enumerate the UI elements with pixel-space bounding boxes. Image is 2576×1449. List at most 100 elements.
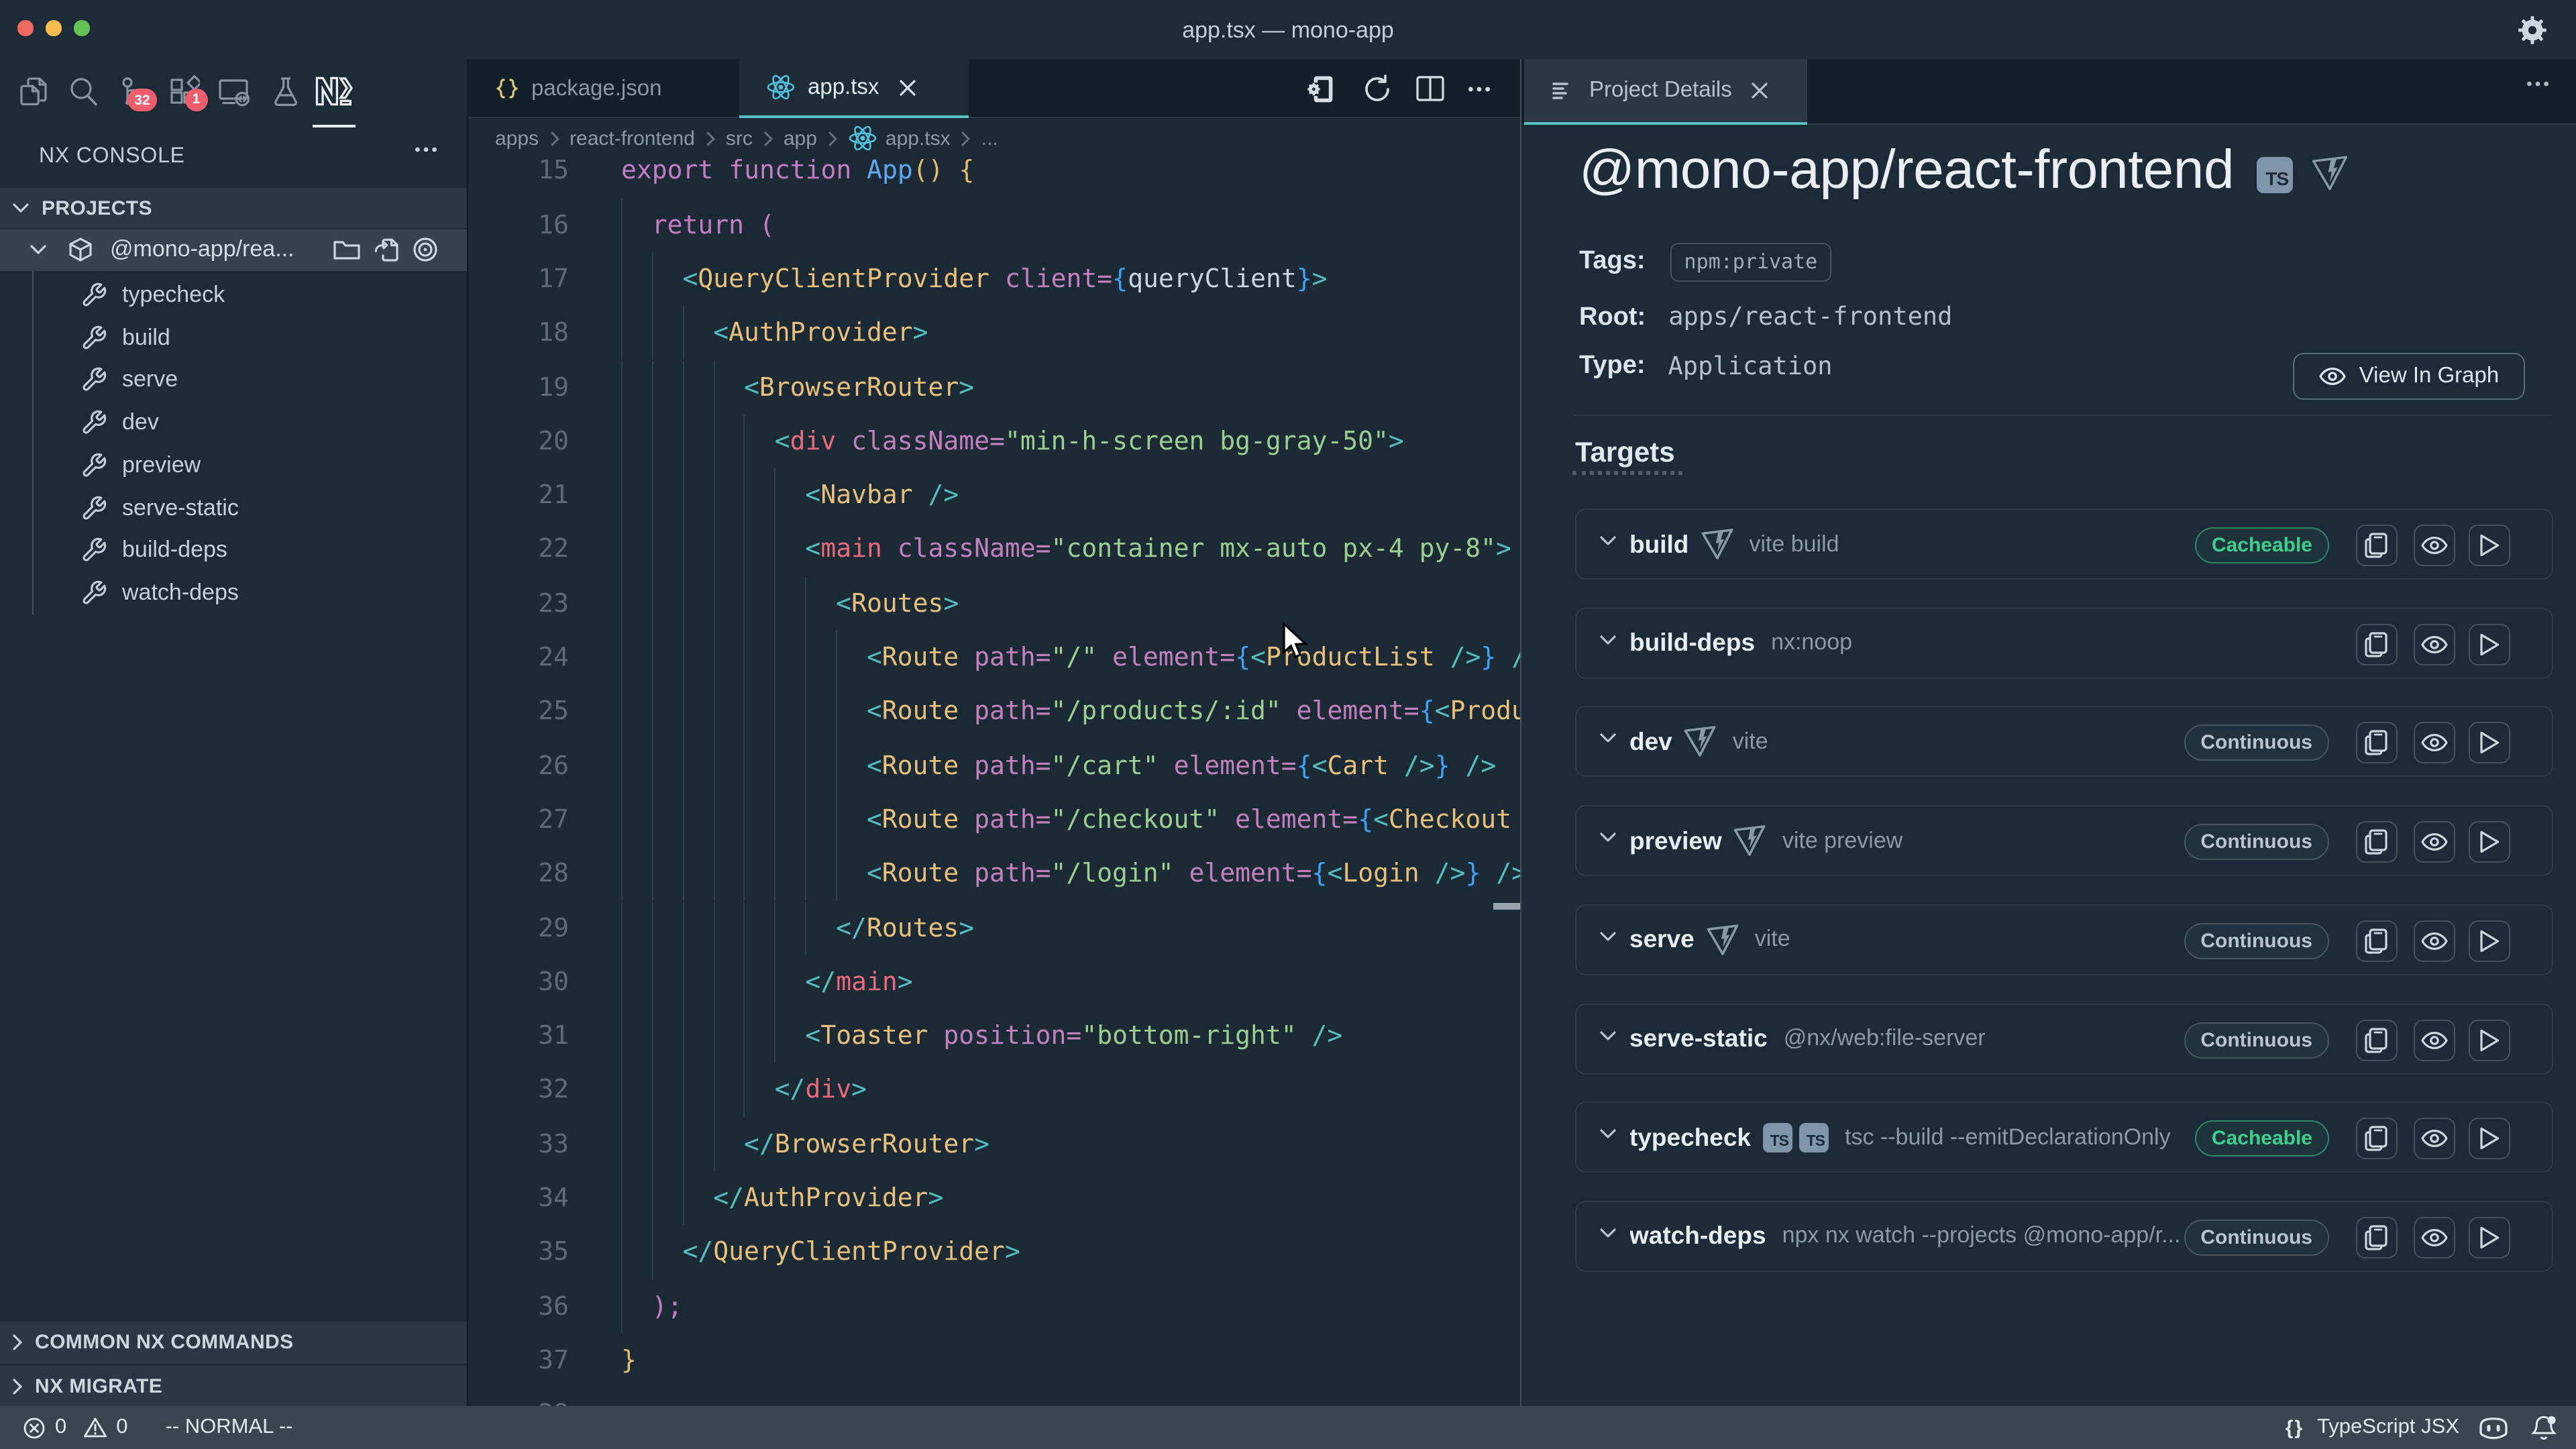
tree-item-target-watch-deps[interactable]: watch-deps	[0, 572, 467, 615]
copy-button[interactable]	[2355, 722, 2397, 764]
source-control-activity-icon[interactable]: 32	[109, 59, 160, 123]
breadcrumb-item[interactable]: app	[784, 127, 817, 150]
eye-icon	[2319, 366, 2347, 386]
view-button[interactable]	[2413, 821, 2455, 863]
sidebar-more-actions-icon[interactable]	[415, 146, 437, 153]
code-token	[1174, 859, 1189, 888]
vim-mode-indicator[interactable]: -- NORMAL --	[166, 1415, 293, 1440]
bell-icon[interactable]	[2530, 1413, 2557, 1442]
close-tab-icon[interactable]	[898, 77, 918, 97]
view-button[interactable]	[2413, 525, 2455, 566]
tree-item-target-build-deps[interactable]: build-deps	[0, 529, 467, 572]
target-card-build[interactable]: buildvite buildCacheable	[1574, 508, 2553, 580]
run-button[interactable]	[2469, 525, 2510, 566]
code-token: =	[989, 427, 1005, 456]
run-button[interactable]	[2469, 920, 2510, 962]
run-button[interactable]	[2469, 1118, 2510, 1159]
search-activity-icon[interactable]	[58, 59, 109, 123]
target-card-build-deps[interactable]: build-depsnx:noop	[1574, 607, 2553, 678]
code-token: path	[974, 805, 1036, 835]
copy-button[interactable]	[2355, 1217, 2397, 1258]
view-button[interactable]	[2413, 623, 2455, 665]
project-title: @mono-app/react-frontend	[1579, 138, 2234, 201]
code-token: path	[974, 751, 1036, 780]
copy-button[interactable]	[2355, 821, 2397, 863]
nx-console-activity-icon[interactable]	[308, 59, 359, 123]
line-number: 32	[468, 1063, 569, 1118]
remote-explorer-activity-icon[interactable]	[209, 59, 260, 123]
tab-project-details[interactable]: Project Details	[1523, 59, 1807, 125]
copy-button[interactable]	[2355, 1019, 2397, 1061]
tree-item-target-build[interactable]: build	[0, 317, 467, 360]
problems-status[interactable]: 0 0	[23, 1415, 128, 1440]
view-button[interactable]	[2413, 722, 2455, 764]
copy-button[interactable]	[2355, 525, 2397, 566]
type-label: Type:	[1579, 352, 1646, 381]
extensions-activity-icon[interactable]: 1	[158, 59, 209, 123]
target-card-typecheck[interactable]: typecheckTSTStsc --build --emitDeclarati…	[1574, 1102, 2553, 1173]
open-config-file-icon[interactable]	[373, 237, 400, 264]
tab-app-tsx[interactable]: app.tsx	[739, 59, 969, 118]
code-token: "/products/:id"	[1051, 697, 1281, 727]
target-card-watch-deps[interactable]: watch-depsnpx nx watch --projects @mono-…	[1574, 1201, 2553, 1272]
copy-button[interactable]	[2355, 1118, 2397, 1159]
breadcrumb-item[interactable]: ...	[981, 127, 998, 150]
section-projects[interactable]: PROJECTS	[0, 188, 467, 228]
target-card-serve-static[interactable]: serve-static@nx/web:file-serverContinuou…	[1574, 1003, 2553, 1074]
split-editor-icon[interactable]	[1415, 75, 1444, 102]
refresh-icon[interactable]	[1361, 73, 1392, 104]
line-number: 36	[468, 1279, 569, 1334]
run-button[interactable]	[2469, 623, 2510, 665]
view-button[interactable]	[2413, 1118, 2455, 1159]
run-button[interactable]	[2469, 1217, 2510, 1258]
breadcrumb-separator	[826, 129, 839, 147]
breadcrumb-item[interactable]: react-frontend	[570, 127, 695, 150]
target-card-preview[interactable]: previewvite previewContinuous	[1574, 805, 2553, 876]
panel-more-actions-icon[interactable]	[2526, 80, 2549, 87]
tree-item-target-serve[interactable]: serve	[0, 359, 467, 402]
tree-item-target-preview[interactable]: preview	[0, 444, 467, 487]
code-token	[882, 535, 898, 564]
section-nx-migrate[interactable]: NX MIGRATE	[0, 1365, 467, 1407]
view-button[interactable]	[2413, 920, 2455, 962]
code-editor[interactable]: 15export function App() {16return (17<Qu…	[468, 158, 1519, 1406]
warning-count: 0	[116, 1415, 127, 1440]
type-value: Application	[1668, 352, 1833, 380]
code-text: <BrowserRouter>	[621, 360, 974, 415]
view-button[interactable]	[2413, 1217, 2455, 1258]
target-icon[interactable]	[412, 237, 439, 264]
view-button[interactable]	[2413, 1019, 2455, 1061]
testing-activity-icon[interactable]	[260, 59, 311, 123]
tab-label: app.tsx	[808, 74, 879, 100]
settings-gear-icon[interactable]	[2517, 15, 2548, 46]
tree-item-project[interactable]: @mono-app/rea...	[0, 229, 467, 271]
language-mode[interactable]: TypeScript JSX	[2317, 1415, 2459, 1440]
tree-item-target-dev[interactable]: dev	[0, 402, 467, 445]
copy-button[interactable]	[2355, 623, 2397, 665]
code-token: element	[1297, 697, 1404, 727]
run-project-icon[interactable]	[1305, 72, 1338, 105]
run-button[interactable]	[2469, 821, 2510, 863]
copy-button[interactable]	[2355, 920, 2397, 962]
open-folder-icon[interactable]	[333, 238, 361, 262]
tree-item-target-typecheck[interactable]: typecheck	[0, 274, 467, 317]
more-actions-icon[interactable]	[1467, 85, 1490, 92]
view-in-graph-button[interactable]: View In Graph	[2293, 352, 2525, 399]
close-tab-icon[interactable]	[1750, 80, 1770, 101]
breadcrumb-item[interactable]: app.tsx	[885, 127, 951, 150]
tree-item-target-serve-static[interactable]: serve-static	[0, 487, 467, 530]
files-activity-icon[interactable]	[7, 59, 58, 123]
target-card-dev[interactable]: devviteContinuous	[1574, 706, 2553, 777]
react-icon	[848, 125, 877, 152]
tab-package-json[interactable]: package.json	[468, 59, 739, 118]
section-common-nx-commands[interactable]: COMMON NX COMMANDS	[0, 1322, 467, 1363]
breadcrumb-item[interactable]: apps	[495, 127, 539, 150]
target-card-serve[interactable]: serveviteContinuous	[1574, 904, 2553, 975]
code-token: Routes	[867, 913, 959, 943]
close-glyph	[1750, 80, 1770, 101]
copilot-icon[interactable]	[2478, 1413, 2509, 1442]
code-token: <	[775, 427, 790, 456]
breadcrumb-item[interactable]: src	[726, 127, 753, 150]
run-button[interactable]	[2469, 1019, 2510, 1061]
run-button[interactable]	[2469, 722, 2510, 764]
